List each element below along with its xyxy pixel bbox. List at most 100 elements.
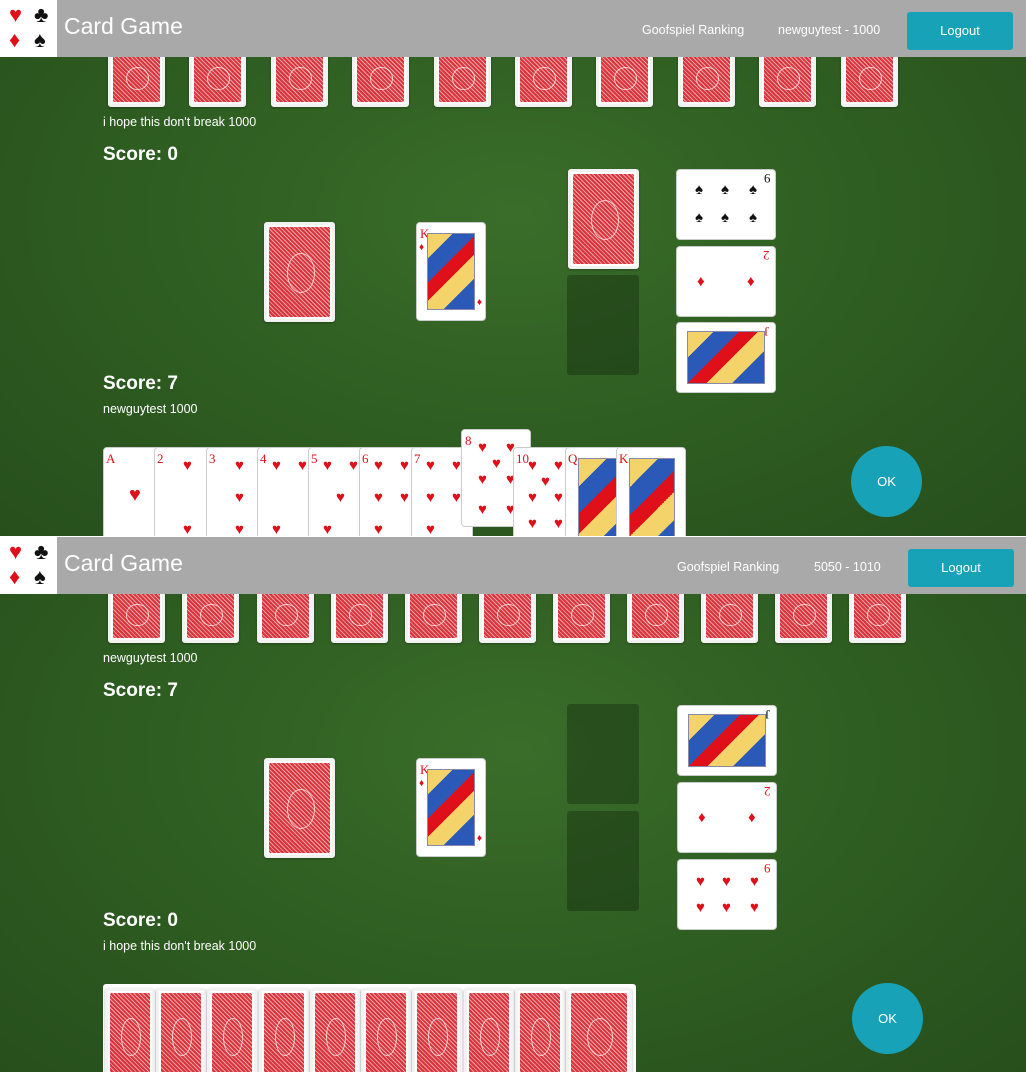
card-back[interactable] <box>515 988 565 1072</box>
card-rank: 8 <box>465 433 472 448</box>
heart-icon: ♥ <box>452 457 461 474</box>
card-rank: 2 <box>762 248 770 263</box>
heart-icon: ♥ <box>554 457 563 474</box>
card-rank: 5 <box>311 451 318 466</box>
heart-icon: ♥ <box>374 457 383 474</box>
card-rank: 7 <box>414 451 421 466</box>
card-back[interactable] <box>207 988 257 1072</box>
heart-icon: ♥ <box>478 471 487 488</box>
heart-icon: ♥ <box>696 873 705 890</box>
card-back[interactable] <box>464 988 514 1072</box>
card-back[interactable] <box>412 988 462 1072</box>
diamond-icon: ♦ <box>476 833 482 844</box>
king-face-art <box>427 233 475 310</box>
heart-icon: ♥ <box>554 489 563 506</box>
user-label: 5050 - 1010 <box>814 560 881 574</box>
logout-button[interactable]: Logout <box>907 12 1013 50</box>
heart-icon: ♥ <box>235 457 244 474</box>
diamonds-icon: ♦ <box>9 27 21 52</box>
diamond-icon: ♦ <box>698 809 706 826</box>
navbar: ♥ ♣ ♦ ♠ Card Game Goofspiel Ranking 5050… <box>0 537 1026 594</box>
player-score: Score: 7 <box>103 373 178 394</box>
history-card: 2 ♦ ♦ <box>677 782 777 853</box>
diamond-icon: ♦ <box>748 809 756 826</box>
brand-title[interactable]: Card Game <box>64 13 183 40</box>
opponent-played-slot <box>567 704 639 804</box>
navbar: ♥ ♣ ♦ ♠ Card Game Goofspiel Ranking newg… <box>0 0 1026 57</box>
heart-icon: ♥ <box>183 457 192 474</box>
heart-icon: ♥ <box>272 521 281 536</box>
heart-icon: ♥ <box>528 457 537 474</box>
card-back[interactable] <box>156 988 206 1072</box>
ok-button[interactable]: OK <box>851 446 922 517</box>
heart-icon: ♥ <box>750 873 759 890</box>
user-label: newguytest - 1000 <box>778 23 881 37</box>
heart-icon: ♥ <box>235 521 244 536</box>
spades-icon: ♠ <box>34 564 46 589</box>
card-rank: 2 <box>763 784 771 799</box>
player-score: Score: 0 <box>103 910 178 931</box>
card-back[interactable] <box>105 988 155 1072</box>
card-back[interactable] <box>361 988 411 1072</box>
draw-pile <box>264 758 335 858</box>
card-rank: 2 <box>157 451 164 466</box>
player-played-slot <box>567 811 639 911</box>
heart-icon: ♥ <box>722 899 731 916</box>
logout-button[interactable]: Logout <box>908 549 1014 587</box>
diamond-icon: ♦ <box>419 778 425 789</box>
logo[interactable]: ♥ ♣ ♦ ♠ <box>0 537 57 594</box>
spade-icon: ♠ <box>749 181 757 198</box>
opponent-score: Score: 0 <box>103 144 178 165</box>
card-rank: 4 <box>260 451 267 466</box>
heart-icon: ♥ <box>696 899 705 916</box>
heart-icon: ♥ <box>426 489 435 506</box>
jack-face-art <box>688 714 766 767</box>
card-back[interactable] <box>310 988 360 1072</box>
heart-icon: ♥ <box>478 439 487 456</box>
heart-icon: ♥ <box>400 457 409 474</box>
brand-title[interactable]: Card Game <box>64 550 183 577</box>
hearts-icon: ♥ <box>9 2 23 27</box>
heart-icon: ♥ <box>722 873 731 890</box>
opponent-played-card <box>568 169 639 269</box>
hand-card[interactable]: K <box>616 447 686 536</box>
card-back[interactable] <box>259 988 309 1072</box>
king-face-art <box>629 458 675 536</box>
player-hand-hidden <box>103 984 636 1072</box>
diamond-icon: ♦ <box>747 273 755 290</box>
history-card: 9 ♠ ♠ ♠ ♠ ♠ ♠ <box>676 169 776 240</box>
ranking-link[interactable]: Goofspiel Ranking <box>642 23 744 37</box>
spade-icon: ♠ <box>721 209 729 226</box>
history-card: J <box>677 705 777 776</box>
card-rank: 9 <box>763 861 771 876</box>
king-face-art <box>427 769 475 846</box>
heart-icon: ♥ <box>478 501 487 518</box>
heart-icon: ♥ <box>492 455 501 472</box>
heart-icon: ♥ <box>349 457 358 474</box>
heart-icon: ♥ <box>554 515 563 532</box>
heart-icon: ♥ <box>528 489 537 506</box>
player-name: newguytest 1000 <box>103 402 198 416</box>
ranking-link[interactable]: Goofspiel Ranking <box>677 560 779 574</box>
heart-icon: ♥ <box>323 457 332 474</box>
player-name: i hope this don't break 1000 <box>103 939 257 953</box>
ok-button[interactable]: OK <box>852 983 923 1054</box>
hearts-icon: ♥ <box>9 539 23 564</box>
spade-icon: ♠ <box>695 209 703 226</box>
player-hand: A ♥ 2 ♥ ♥ 3 ♥ ♥ ♥ 4 ♥ ♥ ♥ 5 ♥ ♥ ♥ ♥ 6 ♥ … <box>103 429 693 536</box>
heart-icon: ♥ <box>374 489 383 506</box>
card-rank: K <box>619 451 629 466</box>
opponent-name: newguytest 1000 <box>103 651 198 665</box>
heart-icon: ♥ <box>336 489 345 506</box>
heart-icon: ♥ <box>426 457 435 474</box>
heart-icon: ♥ <box>235 489 244 506</box>
logo[interactable]: ♥ ♣ ♦ ♠ <box>0 0 57 57</box>
card-back[interactable] <box>566 988 632 1072</box>
queen-face-art <box>578 458 620 536</box>
spade-icon: ♠ <box>749 209 757 226</box>
heart-icon: ♥ <box>528 515 537 532</box>
prize-card: K ♦ ♦ <box>416 222 486 321</box>
heart-icon: ♥ <box>298 457 307 474</box>
history-card: 9 ♥ ♥ ♥ ♥ ♥ ♥ <box>677 859 777 930</box>
jack-face-art <box>687 331 765 384</box>
